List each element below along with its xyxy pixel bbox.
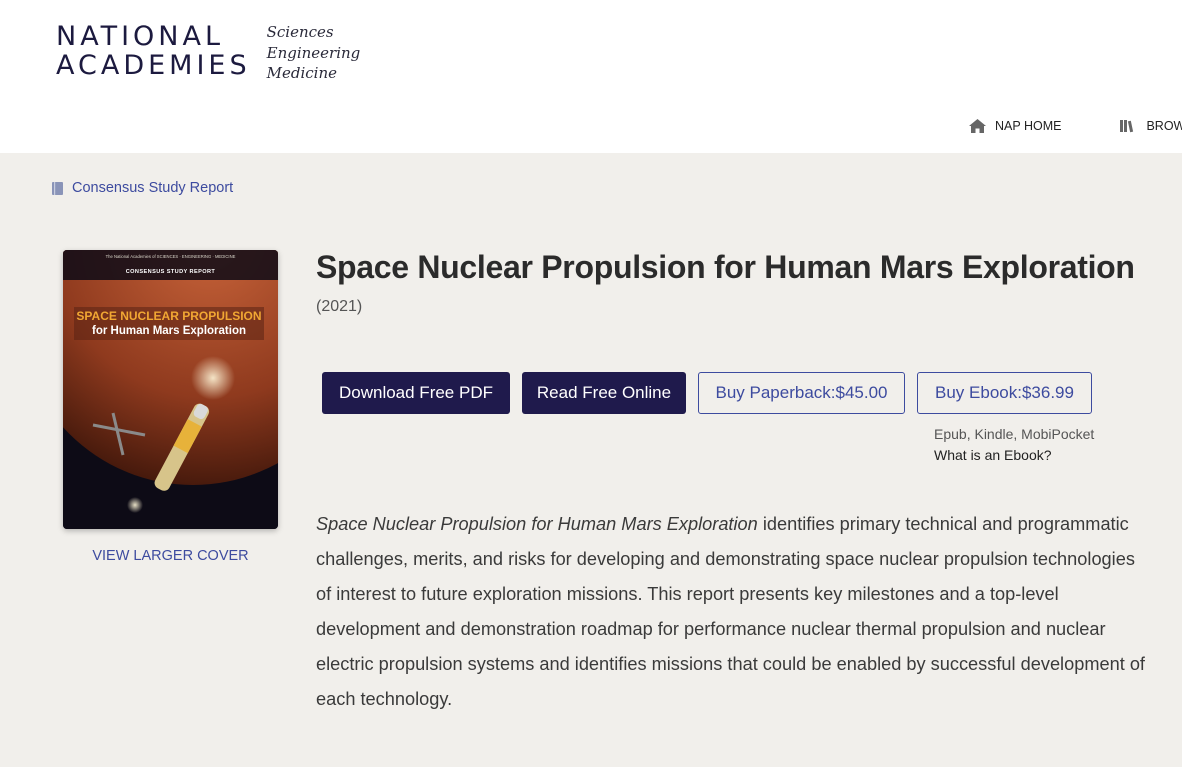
cover-artwork bbox=[63, 250, 278, 529]
breadcrumb-label: Consensus Study Report bbox=[72, 180, 234, 196]
home-icon bbox=[969, 119, 986, 133]
what-is-an-ebook-link[interactable]: What is an Ebook? bbox=[934, 447, 1052, 463]
buy-paperback-button[interactable]: Buy Paperback:$45.00 bbox=[698, 372, 905, 414]
cover-title-box: SPACE NUCLEAR PROPULSION for Human Mars … bbox=[74, 307, 264, 340]
description-book-title: Space Nuclear Propulsion for Human Mars … bbox=[316, 514, 758, 534]
nav-browse-label: BROW bbox=[1146, 119, 1182, 133]
breadcrumb-consensus-study-report[interactable]: Consensus Study Report bbox=[51, 180, 233, 196]
books-icon bbox=[1120, 120, 1134, 133]
cover-title-line1: SPACE NUCLEAR PROPULSION bbox=[76, 309, 262, 323]
book-icon bbox=[52, 181, 63, 195]
national-academies-logo[interactable]: NATIONAL ACADEMIES Sciences Engineering … bbox=[56, 22, 360, 84]
book-description: Space Nuclear Propulsion for Human Mars … bbox=[316, 507, 1146, 717]
logo-sub-medicine: Medicine bbox=[266, 64, 337, 82]
nav-nap-home[interactable]: NAP HOME bbox=[968, 118, 1061, 134]
buy-ebook-button[interactable]: Buy Ebook:$36.99 bbox=[917, 372, 1092, 414]
book-cover[interactable]: The National Academies of SCIENCES · ENG… bbox=[63, 250, 278, 529]
publication-year: (2021) bbox=[316, 298, 363, 315]
logo-line-academies: ACADEMIES bbox=[56, 50, 251, 81]
download-free-pdf-button[interactable]: Download Free PDF bbox=[322, 372, 510, 414]
top-navigation: NAP HOME BROW bbox=[968, 118, 1182, 134]
page-title: Space Nuclear Propulsion for Human Mars … bbox=[316, 249, 1135, 285]
logo-wordmark: NATIONAL ACADEMIES bbox=[56, 22, 251, 84]
view-larger-cover-link[interactable]: VIEW LARGER COVER bbox=[63, 548, 278, 564]
cover-title-line2: for Human Mars Exploration bbox=[92, 325, 246, 337]
description-text: identifies primary technical and program… bbox=[316, 514, 1145, 709]
logo-sub-sciences: Sciences bbox=[266, 23, 334, 41]
logo-subtitle: Sciences Engineering Medicine bbox=[267, 22, 361, 84]
ebook-formats: Epub, Kindle, MobiPocket bbox=[934, 426, 1095, 442]
logo-line-national: NATIONAL bbox=[56, 21, 224, 52]
cover-series-label: CONSENSUS STUDY REPORT bbox=[125, 269, 216, 275]
read-free-online-button[interactable]: Read Free Online bbox=[522, 372, 686, 414]
cover-publisher-line: The National Academies of SCIENCES · ENG… bbox=[105, 254, 236, 259]
site-header: NATIONAL ACADEMIES Sciences Engineering … bbox=[0, 0, 1182, 153]
nav-browse[interactable]: BROW bbox=[1119, 119, 1182, 133]
nav-nap-home-label: NAP HOME bbox=[995, 119, 1062, 133]
logo-sub-engineering: Engineering bbox=[266, 43, 361, 62]
